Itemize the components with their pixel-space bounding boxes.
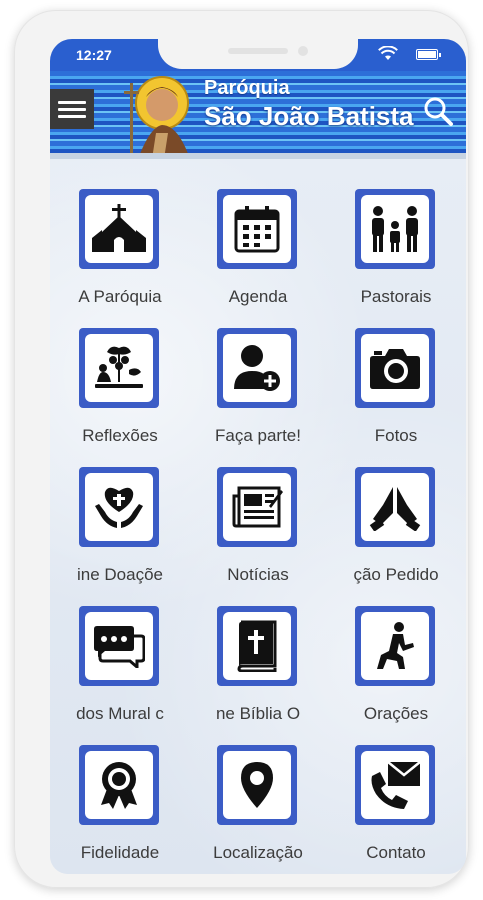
add-person-icon xyxy=(234,345,280,391)
church-icon xyxy=(92,204,146,252)
tile-biblia[interactable]: ne Bíblia O xyxy=(188,576,328,723)
menu-button[interactable] xyxy=(50,89,94,129)
hamburger-icon xyxy=(58,97,86,122)
tile-label: Fidelidade xyxy=(80,843,160,862)
front-camera xyxy=(298,46,308,56)
device-notch xyxy=(158,39,358,69)
tile-a-paroquia[interactable]: A Paróquia xyxy=(50,159,190,306)
phone-mail-icon xyxy=(371,761,421,809)
tile-noticias[interactable]: Notícias xyxy=(188,437,328,584)
wifi-icon xyxy=(378,46,398,60)
tile-mural[interactable]: dos Mural c xyxy=(50,576,190,723)
tile-fotos[interactable]: Fotos xyxy=(326,298,466,445)
calendar-icon xyxy=(234,206,280,253)
kneeling-person-icon xyxy=(377,622,414,669)
app-screen: 12:27 Paróquia São João Batista A Paróqu… xyxy=(50,39,466,874)
phone-frame: 12:27 Paróquia São João Batista A Paróqu… xyxy=(14,10,469,888)
newspaper-icon xyxy=(232,486,283,528)
chat-bubbles-icon xyxy=(94,626,145,668)
bible-icon xyxy=(237,620,277,672)
tile-oracoes[interactable]: Orações xyxy=(326,576,466,723)
search-icon[interactable] xyxy=(422,95,454,127)
tile-label: Localização xyxy=(213,843,303,862)
family-icon xyxy=(372,206,418,252)
tile-agenda[interactable]: Agenda xyxy=(188,159,328,306)
tile-contato[interactable]: Contato xyxy=(326,715,466,862)
saint-logo-icon xyxy=(124,76,190,159)
praying-hands-icon xyxy=(369,487,421,531)
medal-icon xyxy=(101,762,137,809)
tile-pedidos[interactable]: ção Pedido xyxy=(326,437,466,584)
menu-grid: A Paróquia Agenda Pastorais Reflexões Fa… xyxy=(50,159,466,874)
heart-hands-icon xyxy=(95,487,143,528)
tile-label: Contato xyxy=(366,843,426,862)
speaker-grille xyxy=(228,48,288,54)
location-pin-icon xyxy=(241,762,273,808)
plant-reading-icon xyxy=(95,346,143,388)
camera-icon xyxy=(370,349,420,389)
header-title-main: São João Batista xyxy=(204,101,414,131)
tile-reflexoes[interactable]: Reflexões xyxy=(50,298,190,445)
tile-doacoes[interactable]: ine Doaçõe xyxy=(50,437,190,584)
header-title-top: Paróquia xyxy=(204,77,290,99)
status-time: 12:27 xyxy=(76,47,112,63)
tile-pastorais[interactable]: Pastorais xyxy=(326,159,466,306)
header-banner: Paróquia São João Batista xyxy=(50,71,466,159)
battery-icon xyxy=(416,49,441,60)
tile-fidelidade[interactable]: Fidelidade xyxy=(50,715,190,862)
status-bar: 12:27 xyxy=(50,39,466,71)
tile-faca-parte[interactable]: Faça parte! xyxy=(188,298,328,445)
tile-localizacao[interactable]: Localização xyxy=(188,715,328,862)
